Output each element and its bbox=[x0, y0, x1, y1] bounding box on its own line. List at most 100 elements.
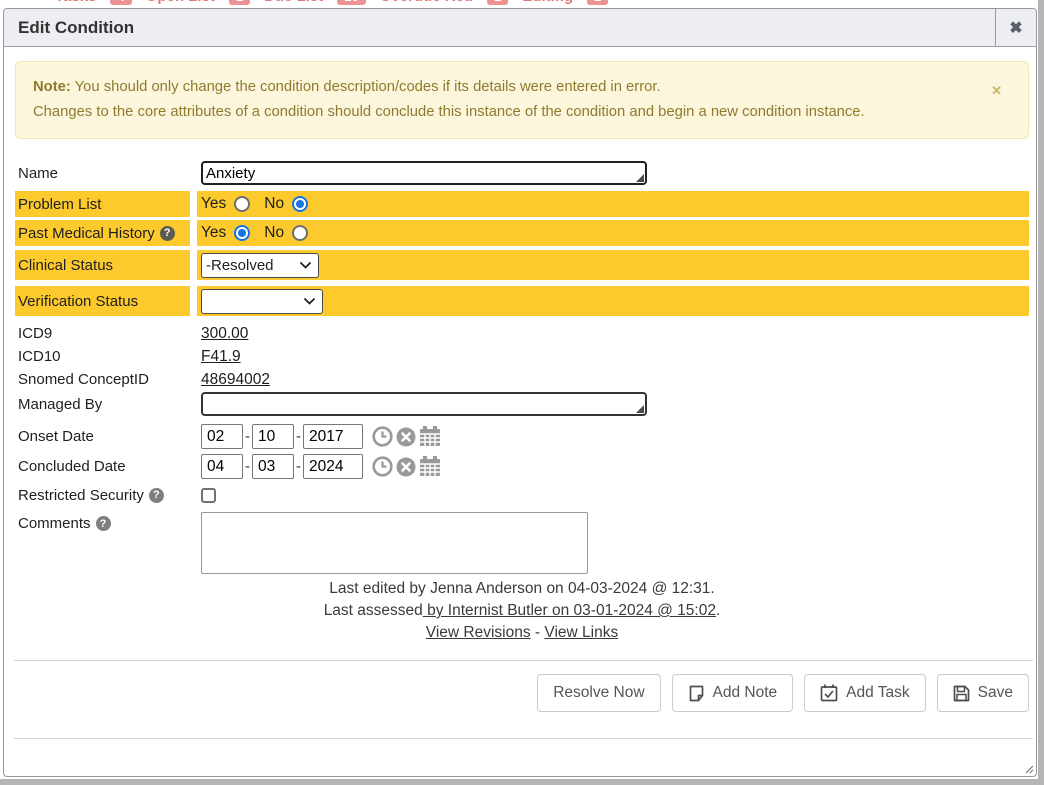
view-links-line: View Revisions - View Links bbox=[15, 622, 1029, 644]
pmh-yes-label: Yes bbox=[201, 224, 226, 242]
close-icon[interactable]: ✖ bbox=[995, 9, 1036, 46]
dialog-title: Edit Condition bbox=[4, 9, 995, 46]
restricted-security-row: Restricted Security ? bbox=[15, 484, 1029, 506]
save-icon bbox=[953, 685, 970, 702]
calendar-icon[interactable] bbox=[419, 426, 441, 447]
resize-grip-icon[interactable] bbox=[636, 174, 644, 182]
last-assessed-text: Last assessed by Internist Butler on 03-… bbox=[15, 600, 1029, 622]
last-assessed-link[interactable]: by Internist Butler on 03-01-2024 @ 15:0… bbox=[423, 602, 716, 619]
clear-date-icon[interactable] bbox=[396, 427, 416, 447]
onset-month-input[interactable] bbox=[201, 424, 243, 449]
note-dismiss-icon[interactable]: ✕ bbox=[991, 78, 1002, 103]
pmh-no-radio[interactable] bbox=[292, 225, 308, 241]
managed-by-label: Managed By bbox=[18, 396, 102, 413]
name-input[interactable] bbox=[201, 161, 647, 185]
edit-condition-dialog: Edit Condition ✖ Note: You should only c… bbox=[3, 8, 1037, 777]
task-calendar-icon bbox=[820, 684, 838, 702]
add-task-button[interactable]: Add Task bbox=[804, 674, 925, 712]
bg-tab-overdue: Overdue Red bbox=[380, 0, 473, 5]
onset-year-input[interactable] bbox=[303, 424, 363, 449]
restricted-security-checkbox[interactable] bbox=[201, 488, 216, 503]
onset-date-label: Onset Date bbox=[18, 428, 94, 445]
clock-icon[interactable] bbox=[372, 426, 393, 447]
clock-icon[interactable] bbox=[372, 456, 393, 477]
restricted-security-label: Restricted Security bbox=[18, 487, 144, 504]
add-note-button[interactable]: Add Note bbox=[672, 674, 794, 712]
bg-badge: 1 bbox=[487, 0, 508, 5]
icd9-row: ICD9 300.00 bbox=[15, 322, 1029, 345]
footer-divider bbox=[14, 660, 1033, 661]
verification-status-row: Verification Status bbox=[15, 286, 1029, 316]
snomed-code-link[interactable]: 48694002 bbox=[201, 371, 270, 389]
note-line2: Changes to the core attributes of a cond… bbox=[33, 100, 988, 125]
icd9-code-link[interactable]: 300.00 bbox=[201, 325, 248, 343]
problem-list-no-radio[interactable] bbox=[292, 196, 308, 212]
concluded-day-input[interactable] bbox=[252, 454, 294, 479]
view-links-link[interactable]: View Links bbox=[544, 624, 618, 641]
bg-tab-tasks: Tasks bbox=[55, 0, 96, 5]
name-label: Name bbox=[18, 165, 58, 182]
chevron-down-icon bbox=[304, 298, 315, 305]
clinical-status-row: Clinical Status -Resolved bbox=[15, 250, 1029, 280]
bg-badge: 1 bbox=[229, 0, 250, 5]
note-line1: Note: You should only change the conditi… bbox=[33, 75, 988, 100]
help-icon[interactable]: ? bbox=[96, 516, 111, 531]
icd9-label: ICD9 bbox=[18, 325, 52, 342]
condition-form: Name Problem List Yes No bbox=[15, 159, 1029, 739]
comments-row: Comments ? bbox=[15, 512, 1029, 574]
dialog-header: Edit Condition ✖ bbox=[4, 9, 1036, 47]
date-separator: - bbox=[296, 458, 301, 475]
calendar-icon[interactable] bbox=[419, 456, 441, 477]
verification-status-select[interactable] bbox=[201, 289, 323, 314]
name-row: Name bbox=[15, 159, 1029, 187]
dialog-footer-buttons: Resolve Now Add Note Add Task Save bbox=[15, 674, 1029, 712]
clinical-status-select[interactable]: -Resolved bbox=[201, 253, 319, 278]
comments-textarea[interactable] bbox=[201, 512, 588, 574]
onset-date-row: Onset Date - - bbox=[15, 423, 1029, 450]
note-prefix: Note: bbox=[33, 79, 71, 95]
pmh-yes-radio[interactable] bbox=[234, 225, 250, 241]
problem-list-no-label: No bbox=[264, 195, 284, 213]
bg-tab-due-list: Due List bbox=[264, 0, 323, 5]
dialog-body: Note: You should only change the conditi… bbox=[4, 47, 1036, 739]
bg-badge: 2 bbox=[587, 0, 608, 5]
help-icon[interactable]: ? bbox=[160, 226, 175, 241]
resize-grip-icon[interactable] bbox=[1024, 764, 1034, 774]
icd10-row: ICD10 F41.9 bbox=[15, 345, 1029, 368]
resize-grip-icon[interactable] bbox=[636, 405, 644, 413]
icd10-label: ICD10 bbox=[18, 348, 61, 365]
date-separator: - bbox=[296, 428, 301, 445]
managed-by-row: Managed By bbox=[15, 391, 1029, 417]
pmh-no-label: No bbox=[264, 224, 284, 242]
note-banner: Note: You should only change the conditi… bbox=[15, 61, 1029, 139]
icd10-code-link[interactable]: F41.9 bbox=[201, 348, 241, 366]
date-separator: - bbox=[245, 458, 250, 475]
background-tab-bar: Tasks4Open List1Due List10Overdue Red1Ed… bbox=[0, 0, 1038, 8]
clinical-status-value: -Resolved bbox=[206, 257, 274, 274]
managed-by-input[interactable] bbox=[201, 392, 647, 416]
problem-list-row: Problem List Yes No bbox=[15, 191, 1029, 217]
snomed-label: Snomed ConceptID bbox=[18, 371, 149, 388]
view-revisions-link[interactable]: View Revisions bbox=[426, 624, 531, 641]
help-icon[interactable]: ? bbox=[149, 488, 164, 503]
clear-date-icon[interactable] bbox=[396, 457, 416, 477]
onset-day-input[interactable] bbox=[252, 424, 294, 449]
problem-list-yes-label: Yes bbox=[201, 195, 226, 213]
background-tab-text: Tasks4Open List1Due List10Overdue Red1Ed… bbox=[0, 0, 1038, 5]
bottom-divider bbox=[14, 738, 1033, 739]
verification-status-label: Verification Status bbox=[18, 293, 138, 310]
problem-list-yes-radio[interactable] bbox=[234, 196, 250, 212]
last-edited-text: Last edited by Jenna Anderson on 04-03-2… bbox=[15, 578, 1029, 600]
bg-tab-editing: Editing bbox=[522, 0, 573, 5]
concluded-month-input[interactable] bbox=[201, 454, 243, 479]
concluded-date-label: Concluded Date bbox=[18, 458, 126, 475]
date-separator: - bbox=[245, 428, 250, 445]
bg-badge: 10 bbox=[337, 0, 365, 5]
save-button[interactable]: Save bbox=[937, 674, 1029, 712]
resolve-now-button[interactable]: Resolve Now bbox=[537, 674, 660, 712]
snomed-row: Snomed ConceptID 48694002 bbox=[15, 368, 1029, 391]
clinical-status-label: Clinical Status bbox=[18, 257, 113, 274]
past-medical-history-row: Past Medical History ? Yes No bbox=[15, 220, 1029, 246]
problem-list-label: Problem List bbox=[18, 196, 101, 213]
concluded-year-input[interactable] bbox=[303, 454, 363, 479]
